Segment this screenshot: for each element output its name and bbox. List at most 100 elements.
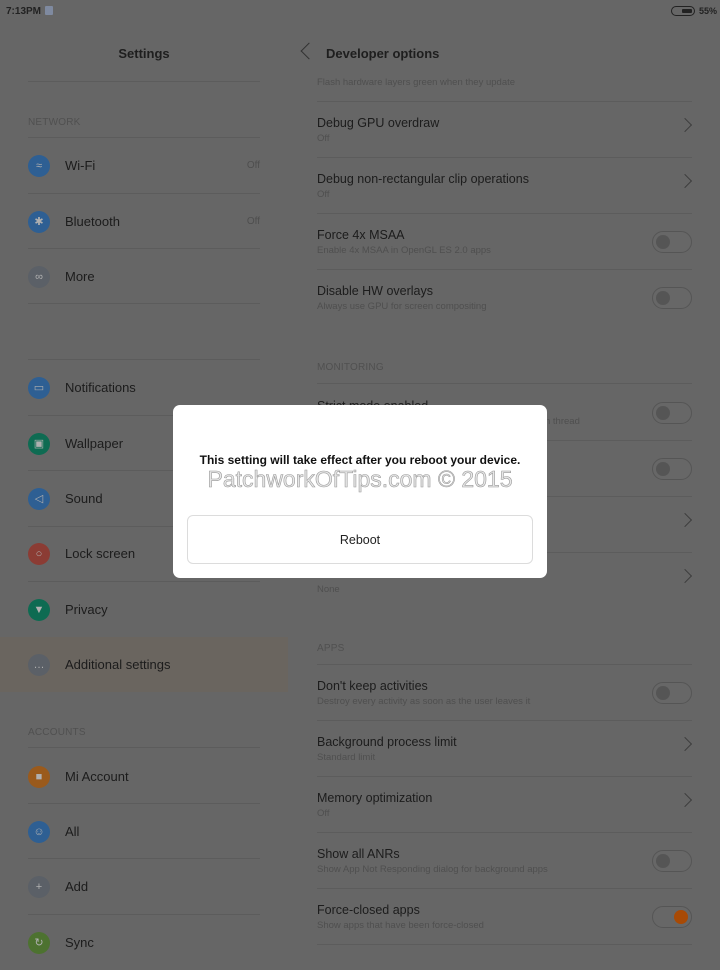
setting-row-debug-non-rectangular-clip-operations[interactable]: Debug non-rectangular clip operations Off — [317, 157, 693, 213]
reboot-button[interactable]: Reboot — [187, 515, 533, 564]
plus-icon: + — [28, 875, 50, 898]
sidebar-item-label: Bluetooth — [65, 213, 120, 229]
toggle-switch[interactable] — [652, 906, 692, 928]
sidebar-item-label: More — [65, 268, 95, 284]
toggle-switch[interactable] — [652, 458, 692, 480]
sidebar-item-label: Wi-Fi — [65, 157, 96, 173]
sidebar-item-label: All — [65, 823, 80, 839]
setting-title: Background process limit — [317, 735, 457, 749]
setting-subtitle: Off — [317, 189, 330, 200]
setting-row-disable-hw-overlays[interactable]: Disable HW overlays Always use GPU for sc… — [317, 269, 692, 325]
divider — [28, 747, 260, 748]
sound-icon: ◁ — [28, 487, 50, 510]
sidebar-item-label: Additional settings — [65, 656, 171, 672]
divider — [28, 581, 260, 582]
bluetooth-icon: ✱ — [28, 210, 50, 233]
notification-icon — [45, 6, 53, 15]
chevron-right-icon — [677, 173, 693, 189]
sidebar-item-label: Sound — [65, 490, 103, 506]
setting-title: Force-closed apps — [317, 903, 420, 917]
link-icon: ∞ — [28, 265, 50, 288]
wifi-icon: ≈ — [28, 154, 50, 177]
section-accounts: ACCOUNTS — [28, 727, 86, 738]
setting-subtitle: Off — [317, 808, 330, 819]
setting-subtitle: None — [317, 584, 340, 595]
setting-subtitle: Show apps that have been force-closed — [317, 920, 484, 931]
setting-subtitle: Enable 4x MSAA in OpenGL ES 2.0 apps — [317, 245, 491, 256]
setting-row[interactable]: Flash hardware layers green when they up… — [317, 50, 692, 101]
setting-subtitle: Standard limit — [317, 752, 376, 763]
setting-row-force-closed-apps[interactable]: Force-closed apps Show apps that have bee… — [317, 888, 692, 944]
divider — [28, 81, 260, 82]
chevron-right-icon — [677, 792, 693, 808]
setting-title: Debug GPU overdraw — [317, 116, 440, 130]
sidebar-item-additional-settings[interactable]: … Additional settings — [0, 637, 288, 692]
sidebar-item-mi-account[interactable]: ■ Mi Account — [0, 749, 288, 804]
more-dots-icon: … — [28, 653, 50, 676]
sidebar-item-label: Sync — [65, 934, 94, 950]
watermark: PatchworkOfTips.com © 2015 — [207, 466, 513, 493]
setting-row-show-all-anrs[interactable]: Show all ANRs Show App Not Responding dia… — [317, 832, 692, 888]
sidebar-item-more[interactable]: ∞ More — [0, 249, 288, 304]
sidebar-item-add[interactable]: + Add — [0, 859, 288, 914]
sidebar-item-value: Off — [246, 159, 260, 171]
toggle-switch[interactable] — [652, 287, 692, 309]
divider — [28, 303, 260, 304]
sidebar-item-label: Wallpaper — [65, 435, 124, 451]
sidebar-item-all[interactable]: ☺ All — [0, 804, 288, 859]
notifications-icon: ▭ — [28, 376, 50, 399]
setting-row-debug-gpu-overdraw[interactable]: Debug GPU overdraw Off — [317, 101, 693, 157]
setting-row-don-t-keep-activities[interactable]: Don't keep activities Destroy every activ… — [317, 664, 692, 720]
section-monitoring: MONITORING — [317, 362, 384, 373]
settings-title: Settings — [118, 46, 170, 61]
setting-subtitle: Show App Not Responding dialog for backg… — [317, 864, 548, 875]
shield-icon: ▼ — [28, 598, 50, 621]
setting-title: Disable HW overlays — [317, 284, 434, 298]
battery-percent: 55% — [699, 6, 718, 16]
sidebar-item-value: Off — [246, 215, 260, 227]
setting-title: Force 4x MSAA — [317, 228, 405, 242]
toggle-switch[interactable] — [652, 682, 692, 704]
chevron-right-icon — [677, 736, 693, 752]
sidebar-item-wi-fi[interactable]: ≈ Wi-Fi Off — [0, 138, 288, 193]
sidebar-item-label: Add — [65, 878, 89, 894]
setting-subtitle: Always use GPU for screen compositing — [317, 301, 487, 312]
divider — [28, 359, 260, 360]
reboot-dialog: This setting will take effect after you … — [173, 405, 547, 578]
sidebar-item-privacy[interactable]: ▼ Privacy — [0, 582, 288, 637]
sidebar-item-label: Privacy — [65, 601, 108, 617]
status-time: 7:13PM — [6, 6, 42, 17]
status-bar: 7:13PM 55% — [0, 0, 720, 22]
setting-subtitle: n thread — [545, 416, 580, 427]
toggle-switch[interactable] — [652, 231, 692, 253]
toggle-switch[interactable] — [652, 402, 692, 424]
setting-row-memory-optimization[interactable]: Memory optimization Off — [317, 776, 693, 832]
setting-title: Debug non-rectangular clip operations — [317, 172, 529, 186]
setting-title: Don't keep activities — [317, 679, 428, 693]
sidebar-item-sync[interactable]: ↻ Sync — [0, 915, 288, 970]
section-apps: APPS — [317, 643, 345, 654]
setting-subtitle: Destroy every activity as soon as the us… — [317, 696, 531, 707]
sidebar-item-label: Mi Account — [65, 768, 129, 784]
sidebar-item-label: Lock screen — [65, 545, 136, 561]
setting-row-background-process-limit[interactable]: Background process limit Standard limit — [317, 720, 693, 776]
divider — [317, 944, 692, 945]
sync-icon: ↻ — [28, 931, 50, 954]
toggle-switch[interactable] — [652, 850, 692, 872]
dialog-message: This setting will take effect after you … — [199, 453, 521, 467]
user-icon: ☺ — [28, 820, 50, 843]
sidebar-item-bluetooth[interactable]: ✱ Bluetooth Off — [0, 194, 288, 249]
setting-title: Memory optimization — [317, 791, 433, 805]
setting-subtitle: Off — [317, 133, 330, 144]
lock-icon: ○ — [28, 542, 50, 565]
sidebar-item-label: Notifications — [65, 379, 136, 395]
chevron-right-icon — [677, 568, 693, 584]
wallpaper-icon: ▣ — [28, 432, 50, 455]
setting-row-force-4x-msaa[interactable]: Force 4x MSAA Enable 4x MSAA in OpenGL ES… — [317, 213, 692, 269]
mi-account-icon: ■ — [28, 765, 50, 788]
back-chevron-icon[interactable] — [300, 42, 318, 60]
chevron-right-icon — [677, 512, 693, 528]
battery-icon — [671, 6, 695, 16]
chevron-right-icon — [677, 117, 693, 133]
setting-subtitle: Flash hardware layers green when they up… — [317, 77, 516, 88]
